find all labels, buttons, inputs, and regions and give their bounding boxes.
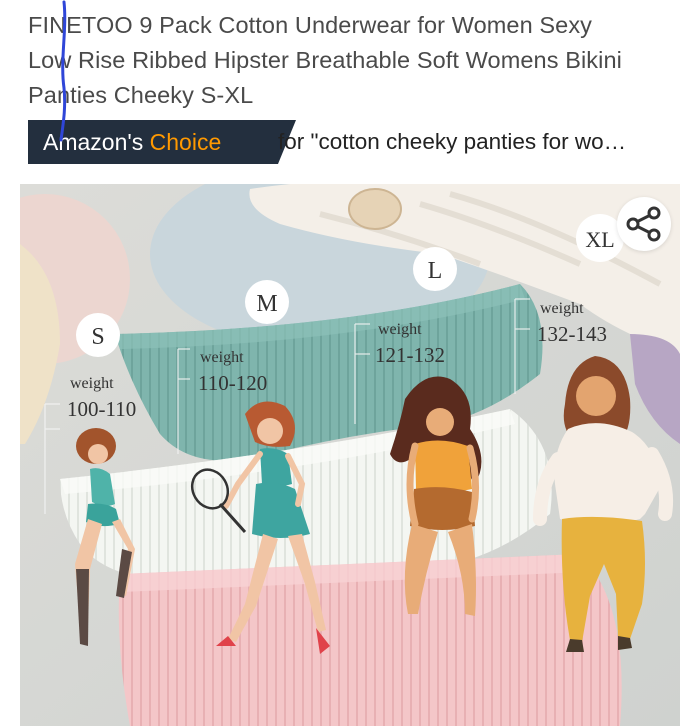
size-label-s: S <box>91 324 104 350</box>
badge-label-main: Amazon's <box>43 129 144 155</box>
weight-range-xl: 132-143 <box>537 322 607 346</box>
size-badge-m: M <box>245 280 289 324</box>
wooden-spool <box>348 188 402 230</box>
amazons-choice-row[interactable]: Amazon's Choice for "cotton cheeky panti… <box>28 120 678 164</box>
share-icon <box>626 206 661 242</box>
badge-query-text: for "cotton cheeky panties for wo… <box>278 129 627 154</box>
weight-label-l: weight <box>378 321 422 338</box>
size-chart-illustration: S M L XL weight 100-110 weight 110-120 w… <box>20 184 680 726</box>
weight-label-m: weight <box>200 349 244 366</box>
product-title-line-1: FINETOO 9 Pack Cotton Underwear for Wome… <box>28 12 593 38</box>
product-title-line-3: Panties Cheeky S-XL <box>28 82 254 108</box>
size-badge-s: S <box>76 313 120 357</box>
weight-range-m: 110-120 <box>198 371 267 395</box>
product-title-line-2: Low Rise Ribbed Hipster Breathable Soft … <box>28 47 622 73</box>
size-label-l: L <box>428 258 443 284</box>
weight-range-l: 121-132 <box>375 343 445 367</box>
badge-label-accent: Choice <box>149 129 222 155</box>
size-label-xl: XL <box>585 227 614 252</box>
product-title: FINETOO 9 Pack Cotton Underwear for Wome… <box>28 8 678 113</box>
amazons-choice-badge: Amazon's Choice <box>28 120 268 164</box>
share-button[interactable] <box>617 197 671 251</box>
weight-range-s: 100-110 <box>67 397 136 421</box>
weight-label-xl: weight <box>540 300 584 317</box>
product-image[interactable]: S M L XL weight 100-110 weight 110-120 w… <box>20 184 680 726</box>
product-page: FINETOO 9 Pack Cotton Underwear for Wome… <box>0 0 700 726</box>
weight-label-s: weight <box>70 375 114 392</box>
size-badge-l: L <box>413 247 457 291</box>
size-label-m: M <box>256 291 277 317</box>
